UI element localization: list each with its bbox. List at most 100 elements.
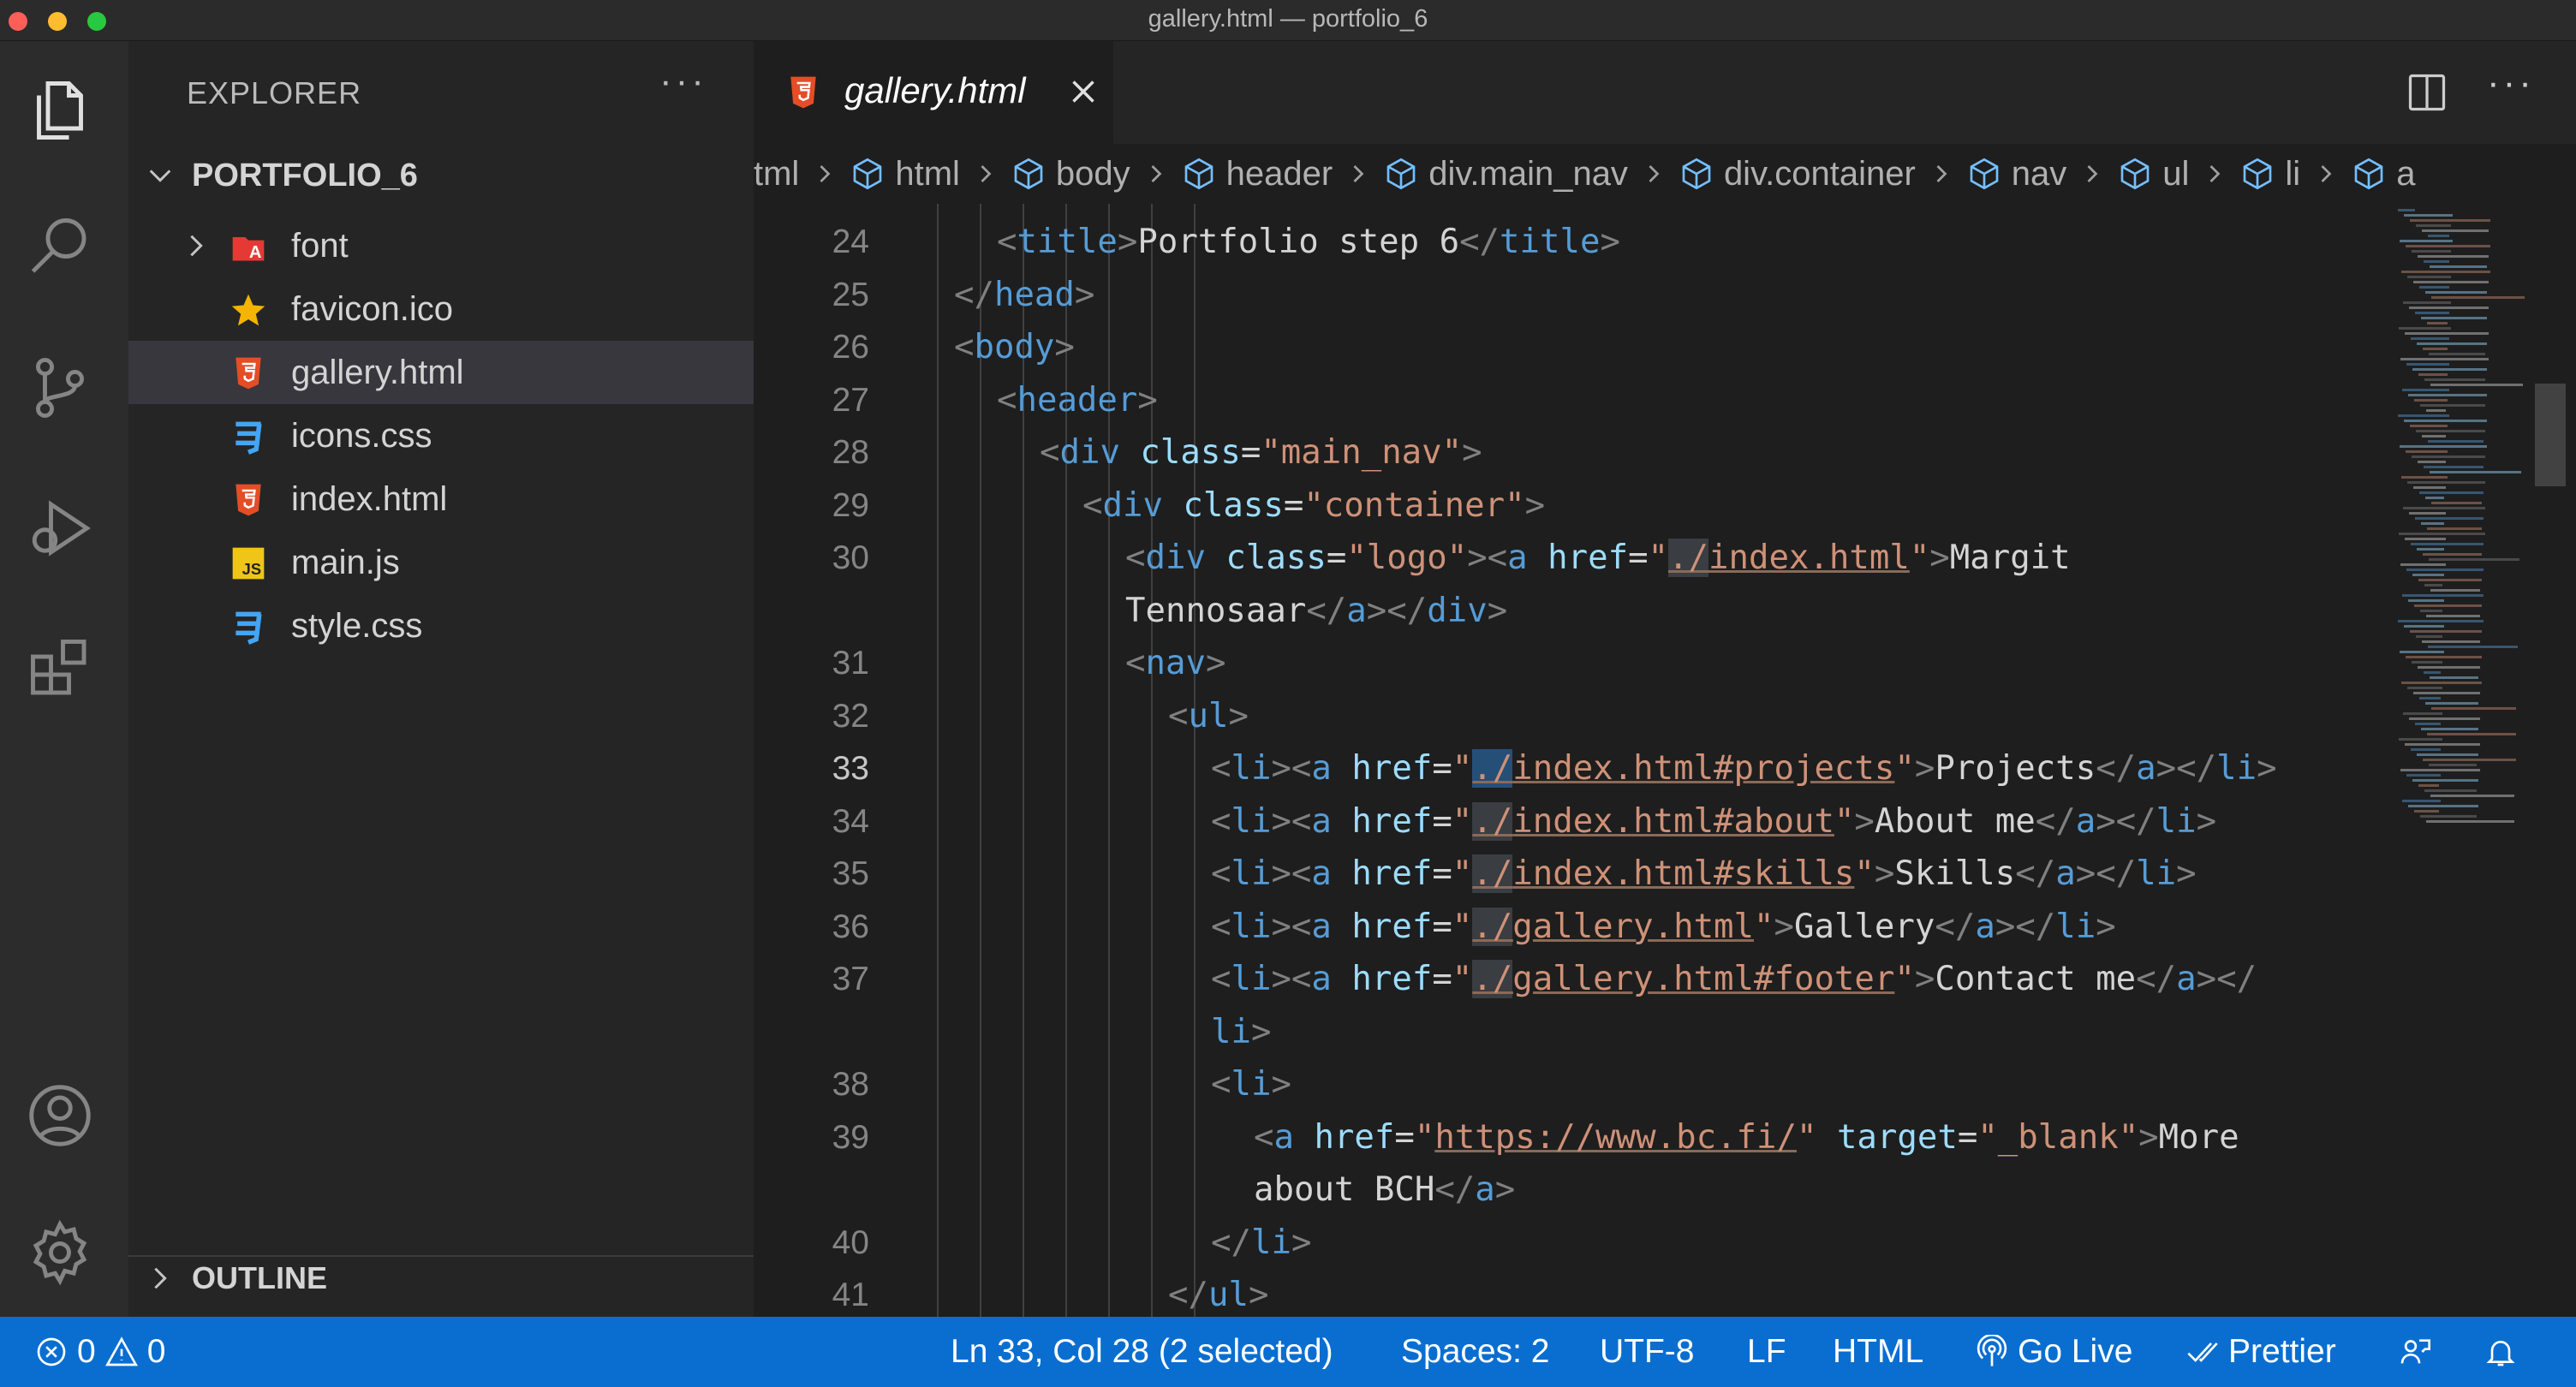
tab-gallery-html[interactable]: gallery.html [754, 41, 1113, 144]
code-token: index.html [1708, 539, 1910, 577]
code-line[interactable]: 33 <li><a href="./index.html#projects">Pr… [754, 742, 2381, 795]
code-token: ></ [2196, 960, 2257, 998]
code-line[interactable]: 34 <li><a href="./index.html#about">About… [754, 795, 2381, 848]
breadcrumb-item[interactable]: header [1182, 155, 1333, 193]
chevron-right-icon [1146, 164, 1166, 184]
code-token: about BCH [1254, 1170, 1435, 1209]
eol-setting[interactable]: LF [1747, 1317, 1786, 1387]
code-line[interactable]: 32 <ul> [754, 690, 2381, 742]
code-token: > [1291, 1223, 1312, 1262]
code-line[interactable]: 38 <li> [754, 1058, 2381, 1110]
breadcrumb-item[interactable]: ul [2118, 155, 2189, 193]
file-item[interactable]: favicon.ico [128, 277, 754, 341]
breadcrumb-item[interactable]: nav [1967, 155, 2066, 193]
code-token: li [2216, 749, 2257, 788]
code-line[interactable]: 30 <div class="logo"><a href="./index.htm… [754, 532, 2381, 584]
explorer-icon[interactable] [21, 72, 98, 149]
minimap-line [2429, 764, 2477, 766]
code-line[interactable]: 40 </li> [754, 1217, 2381, 1269]
folder-header[interactable]: PORTFOLIO_6 [144, 154, 418, 197]
code-token: > [1205, 644, 1226, 682]
breadcrumb-label: html [895, 154, 960, 193]
vertical-scrollbar[interactable] [2535, 384, 2566, 486]
minimap-line [2409, 512, 2446, 515]
breadcrumb-item[interactable]: html [850, 155, 960, 193]
code-line[interactable]: 36 <li><a href="./gallery.html">Gallery</… [754, 901, 2381, 953]
settings-gear-icon[interactable] [21, 1214, 98, 1291]
file-item[interactable]: index.html [128, 467, 754, 531]
close-icon[interactable] [1064, 72, 1103, 111]
code-token: title [1500, 223, 1601, 261]
minimap-line [2409, 307, 2489, 309]
go-live-button[interactable]: Go Live [1975, 1317, 2132, 1387]
code-line[interactable]: li> [754, 1006, 2381, 1058]
extensions-icon[interactable] [21, 630, 98, 707]
svg-text:JS: JS [242, 560, 261, 578]
code-token: li [1211, 1012, 1251, 1051]
code-line[interactable]: 41 </ul> [754, 1269, 2381, 1317]
run-debug-icon[interactable] [21, 490, 98, 567]
code-line[interactable]: 39 <a href="https://www.bc.fi/" target="_… [754, 1111, 2381, 1164]
explorer-more-actions[interactable]: ··· [659, 60, 707, 103]
code-token: > [1774, 907, 1794, 946]
source-control-icon[interactable] [21, 349, 98, 426]
code-line[interactable]: 25 </head> [754, 269, 2381, 321]
split-editor-icon[interactable] [2405, 70, 2449, 115]
minimap[interactable] [2389, 204, 2552, 889]
code-line[interactable]: Tennosaar</a></div> [754, 585, 2381, 637]
code-token: ./ [1472, 960, 1513, 998]
code-token: ></ [1995, 907, 2056, 946]
code-line[interactable]: 31 <nav> [754, 637, 2381, 689]
code-token: a [2136, 749, 2156, 788]
code-token: div [1427, 591, 1488, 630]
breadcrumb-item[interactable]: body [1011, 155, 1130, 193]
code-line[interactable]: 24 <title>Portfolio step 6</title> [754, 216, 2381, 268]
code-line[interactable]: 37 <li><a href="./gallery.html#footer">Co… [754, 953, 2381, 1005]
code-line[interactable]: 29 <div class="container"> [754, 479, 2381, 532]
minimap-line [2415, 312, 2449, 314]
code-line[interactable]: 28 <div class="main_nav"> [754, 426, 2381, 479]
feedback-button[interactable] [2398, 1317, 2432, 1387]
symbol-cube-icon [1682, 158, 1711, 190]
code-token: " [1754, 907, 1774, 946]
problems-indicator[interactable]: 0 0 [34, 1317, 165, 1387]
breadcrumb-item[interactable]: div.main_nav [1384, 155, 1628, 193]
code-token: </ [1935, 907, 1976, 946]
file-item[interactable]: JS main.js [128, 531, 754, 594]
breadcrumb-item[interactable]: tml [754, 155, 799, 193]
file-item[interactable]: Afont [128, 214, 754, 277]
code-editor[interactable]: 24 <title>Portfolio step 6</title> 25 </hea… [754, 204, 2576, 1317]
indentation-setting[interactable]: Spaces: 2 [1401, 1317, 1549, 1387]
code-line[interactable]: 35 <li><a href="./index.html#skills">Skil… [754, 848, 2381, 900]
minimap-line [2399, 738, 2442, 741]
minimap-line [2426, 615, 2480, 617]
minimap-line [2428, 440, 2484, 443]
code-content: <li><a href="./index.html#projects">Proj… [1211, 742, 2277, 795]
code-token: > [1524, 485, 1546, 525]
notifications-button[interactable] [2484, 1317, 2518, 1387]
file-item[interactable]: style.css [128, 594, 754, 658]
breadcrumb-item[interactable]: li [2240, 155, 2300, 193]
minimap-line [2430, 589, 2480, 592]
minimap-line [2431, 296, 2525, 299]
outline-section-header[interactable]: OUTLINE [144, 1257, 327, 1300]
code-line[interactable]: about BCH</a> [754, 1164, 2381, 1216]
code-line[interactable]: 26 <body> [754, 321, 2381, 373]
prettier-button[interactable]: Prettier [2185, 1317, 2336, 1387]
chevron-right-icon [2316, 164, 2336, 184]
accounts-icon[interactable] [21, 1077, 98, 1154]
code-line[interactable]: 27 <header> [754, 374, 2381, 426]
file-item[interactable]: gallery.html [128, 341, 754, 404]
language-mode[interactable]: HTML [1833, 1317, 1923, 1387]
search-icon[interactable] [21, 209, 98, 286]
breadcrumb-item[interactable]: div.container [1679, 155, 1916, 193]
cursor-position[interactable]: Ln 33, Col 28 (2 selected) [951, 1317, 1333, 1387]
editor-more-actions[interactable]: ··· [2487, 62, 2535, 104]
breadcrumb-item[interactable]: a [2352, 155, 2415, 193]
file-item[interactable]: icons.css [128, 404, 754, 467]
encoding-setting[interactable]: UTF-8 [1600, 1317, 1695, 1387]
code-token: = [1326, 539, 1347, 577]
code-content: <li><a href="./gallery.html#footer">Cont… [1211, 953, 2257, 1005]
